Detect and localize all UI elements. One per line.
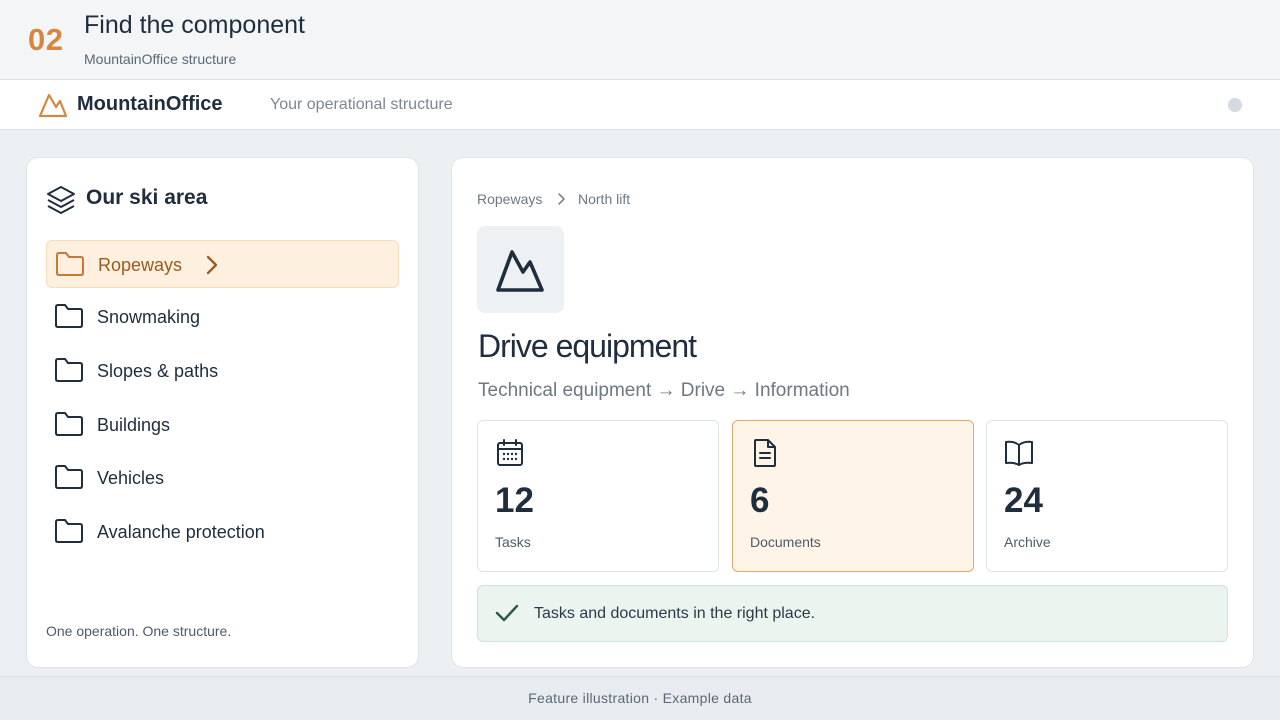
folder-icon bbox=[55, 465, 83, 489]
stat-label: Tasks bbox=[495, 534, 531, 550]
sidebar-item-avalanche-protection[interactable]: Avalanche protection bbox=[46, 508, 399, 556]
document-icon bbox=[754, 439, 776, 467]
stat-card-archive[interactable]: 24 Archive bbox=[986, 420, 1228, 572]
folder-icon bbox=[56, 252, 84, 276]
component-icon-tile bbox=[477, 226, 564, 313]
sidebar-title: Our ski area bbox=[86, 186, 208, 209]
chevron-right-icon bbox=[206, 255, 218, 275]
folder-icon bbox=[55, 358, 83, 382]
stat-value: 24 bbox=[1004, 481, 1043, 520]
sidebar-item-label: Ropeways bbox=[98, 255, 183, 275]
footer-caption: Feature illustration · Example data bbox=[528, 690, 752, 706]
sidebar-item-vehicles[interactable]: Vehicles bbox=[46, 454, 399, 502]
stat-value: 12 bbox=[495, 481, 534, 520]
stat-label: Documents bbox=[750, 534, 821, 550]
stat-card-documents[interactable]: 6 Documents bbox=[732, 420, 974, 572]
sidebar-item-snowmaking[interactable]: Snowmaking bbox=[46, 293, 399, 341]
success-banner: Tasks and documents in the right place. bbox=[477, 585, 1228, 642]
chevron-right-icon bbox=[558, 193, 565, 205]
stat-card-tasks[interactable]: 12 Tasks bbox=[477, 420, 719, 572]
mountain-icon bbox=[496, 250, 544, 292]
component-path: Technical equipment → Drive → Informatio… bbox=[478, 380, 850, 401]
sidebar-item-buildings[interactable]: Buildings bbox=[46, 401, 399, 449]
component-title: Drive equipment bbox=[478, 328, 697, 364]
sidebar-item-slopes-paths[interactable]: Slopes & paths bbox=[46, 347, 399, 395]
check-icon bbox=[495, 604, 519, 622]
stat-value: 6 bbox=[750, 481, 770, 520]
step-number: 02 bbox=[28, 22, 64, 57]
success-message: Tasks and documents in the right place. bbox=[534, 605, 816, 622]
sidebar-item-label: Vehicles bbox=[97, 468, 165, 488]
sidebar-item-label: Buildings bbox=[97, 415, 171, 435]
folder-icon bbox=[55, 304, 83, 328]
folder-icon bbox=[55, 412, 83, 436]
sidebar-item-label: Slopes & paths bbox=[97, 361, 219, 381]
stat-label: Archive bbox=[1004, 534, 1051, 550]
layers-icon bbox=[47, 186, 75, 214]
sidebar-item-label: Snowmaking bbox=[97, 307, 201, 327]
mountain-logo-icon bbox=[38, 93, 68, 118]
app-tagline: Your operational structure bbox=[270, 96, 453, 113]
sidebar-item-label: Avalanche protection bbox=[97, 522, 265, 542]
sidebar-footer: One operation. One structure. bbox=[46, 623, 232, 639]
book-icon bbox=[1005, 440, 1033, 466]
brand-name[interactable]: MountainOffice bbox=[77, 93, 223, 116]
calendar-icon bbox=[497, 439, 523, 466]
breadcrumb-ropeways[interactable]: Ropeways bbox=[477, 191, 542, 207]
folder-icon bbox=[55, 519, 83, 543]
status-indicator[interactable] bbox=[1228, 98, 1242, 112]
step-title: Find the component bbox=[84, 11, 305, 39]
step-subtitle: MountainOffice structure bbox=[84, 51, 237, 67]
sidebar-item-ropeways[interactable]: Ropeways bbox=[46, 240, 399, 288]
breadcrumb-north-lift: North lift bbox=[578, 191, 631, 207]
